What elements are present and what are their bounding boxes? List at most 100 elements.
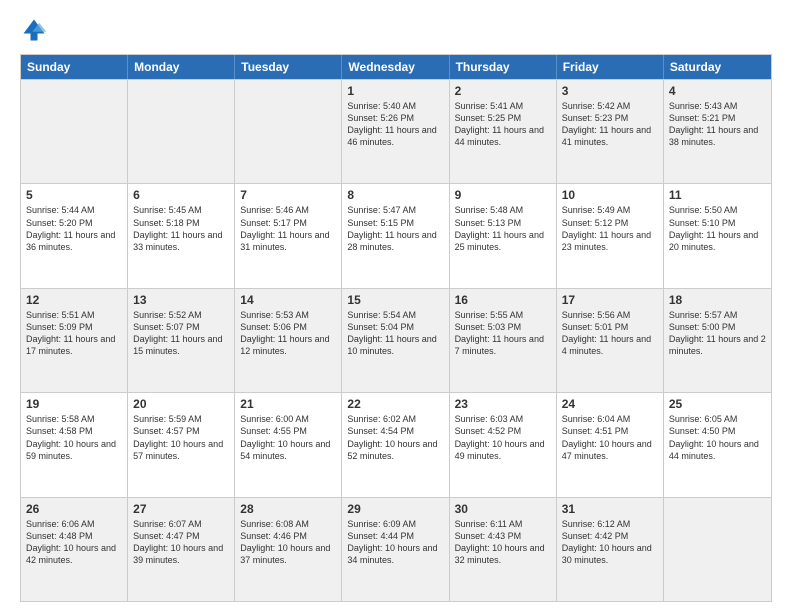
calendar-cell: 22Sunrise: 6:02 AM Sunset: 4:54 PM Dayli… [342,393,449,496]
calendar-cell: 29Sunrise: 6:09 AM Sunset: 4:44 PM Dayli… [342,498,449,601]
calendar-page: SundayMondayTuesdayWednesdayThursdayFrid… [0,0,792,612]
cell-info: Sunrise: 5:47 AM Sunset: 5:15 PM Dayligh… [347,204,443,253]
day-number: 30 [455,502,551,516]
calendar-cell: 9Sunrise: 5:48 AM Sunset: 5:13 PM Daylig… [450,184,557,287]
day-number: 31 [562,502,658,516]
calendar-cell: 15 Sunrise: 5:54 AM Sunset: 5:04 PM Dayli… [342,289,449,392]
day-number: 16 [455,293,551,307]
day-number: 15 [347,293,443,307]
calendar-cell: 4 Sunrise: 5:43 AM Sunset: 5:21 PM Daylig… [664,80,771,183]
day-number: 17 [562,293,658,307]
calendar-header: SundayMondayTuesdayWednesdayThursdayFrid… [21,55,771,79]
calendar-cell: 1 Sunrise: 5:40 AM Sunset: 5:26 PM Daylig… [342,80,449,183]
cell-info: Sunrise: 5:55 AM Sunset: 5:03 PM Dayligh… [455,309,551,358]
calendar-row-1: 1 Sunrise: 5:40 AM Sunset: 5:26 PM Daylig… [21,79,771,183]
cell-info: Sunrise: 5:44 AM Sunset: 5:20 PM Dayligh… [26,204,122,253]
calendar-cell: 16 Sunrise: 5:55 AM Sunset: 5:03 PM Dayli… [450,289,557,392]
day-number: 19 [26,397,122,411]
header-day-thursday: Thursday [450,55,557,79]
calendar-cell [235,80,342,183]
header-day-friday: Friday [557,55,664,79]
day-number: 27 [133,502,229,516]
day-number: 6 [133,188,229,202]
calendar-row-4: 19 Sunrise: 5:58 AM Sunset: 4:58 PM Dayli… [21,392,771,496]
cell-info: Sunrise: 5:45 AM Sunset: 5:18 PM Dayligh… [133,204,229,253]
day-number: 5 [26,188,122,202]
calendar-cell: 5 Sunrise: 5:44 AM Sunset: 5:20 PM Daylig… [21,184,128,287]
calendar-cell: 17 Sunrise: 5:56 AM Sunset: 5:01 PM Dayli… [557,289,664,392]
calendar-cell [21,80,128,183]
calendar-cell: 31 Sunrise: 6:12 AM Sunset: 4:42 PM Dayli… [557,498,664,601]
calendar-row-5: 26 Sunrise: 6:06 AM Sunset: 4:48 PM Dayli… [21,497,771,601]
day-number: 10 [562,188,658,202]
cell-info: Sunrise: 5:59 AM Sunset: 4:57 PM Dayligh… [133,413,229,462]
calendar-cell: 28 Sunrise: 6:08 AM Sunset: 4:46 PM Dayli… [235,498,342,601]
cell-info: Sunrise: 5:48 AM Sunset: 5:13 PM Dayligh… [455,204,551,253]
cell-info: Sunrise: 6:04 AM Sunset: 4:51 PM Dayligh… [562,413,658,462]
day-number: 3 [562,84,658,98]
calendar-cell: 10 Sunrise: 5:49 AM Sunset: 5:12 PM Dayli… [557,184,664,287]
cell-info: Sunrise: 5:50 AM Sunset: 5:10 PM Dayligh… [669,204,766,253]
calendar-cell: 7 Sunrise: 5:46 AM Sunset: 5:17 PM Daylig… [235,184,342,287]
day-number: 28 [240,502,336,516]
day-number: 29 [347,502,443,516]
calendar-cell: 23Sunrise: 6:03 AM Sunset: 4:52 PM Dayli… [450,393,557,496]
day-number: 12 [26,293,122,307]
day-number: 14 [240,293,336,307]
header-day-saturday: Saturday [664,55,771,79]
day-number: 7 [240,188,336,202]
calendar-cell: 27 Sunrise: 6:07 AM Sunset: 4:47 PM Dayli… [128,498,235,601]
calendar-cell: 3 Sunrise: 5:42 AM Sunset: 5:23 PM Daylig… [557,80,664,183]
day-number: 1 [347,84,443,98]
cell-info: Sunrise: 6:05 AM Sunset: 4:50 PM Dayligh… [669,413,766,462]
day-number: 26 [26,502,122,516]
calendar-cell: 24 Sunrise: 6:04 AM Sunset: 4:51 PM Dayli… [557,393,664,496]
calendar-cell: 12 Sunrise: 5:51 AM Sunset: 5:09 PM Dayli… [21,289,128,392]
calendar-cell: 2 Sunrise: 5:41 AM Sunset: 5:25 PM Daylig… [450,80,557,183]
cell-info: Sunrise: 6:11 AM Sunset: 4:43 PM Dayligh… [455,518,551,567]
cell-info: Sunrise: 5:51 AM Sunset: 5:09 PM Dayligh… [26,309,122,358]
header-day-tuesday: Tuesday [235,55,342,79]
cell-info: Sunrise: 5:56 AM Sunset: 5:01 PM Dayligh… [562,309,658,358]
header-day-sunday: Sunday [21,55,128,79]
day-number: 11 [669,188,766,202]
calendar-body: 1 Sunrise: 5:40 AM Sunset: 5:26 PM Daylig… [21,79,771,601]
cell-info: Sunrise: 6:08 AM Sunset: 4:46 PM Dayligh… [240,518,336,567]
day-number: 2 [455,84,551,98]
cell-info: Sunrise: 6:12 AM Sunset: 4:42 PM Dayligh… [562,518,658,567]
cell-info: Sunrise: 5:49 AM Sunset: 5:12 PM Dayligh… [562,204,658,253]
cell-info: Sunrise: 6:06 AM Sunset: 4:48 PM Dayligh… [26,518,122,567]
day-number: 13 [133,293,229,307]
calendar-cell: 11 Sunrise: 5:50 AM Sunset: 5:10 PM Dayli… [664,184,771,287]
cell-info: Sunrise: 5:43 AM Sunset: 5:21 PM Dayligh… [669,100,766,149]
logo-icon [20,16,48,44]
calendar-cell: 19 Sunrise: 5:58 AM Sunset: 4:58 PM Dayli… [21,393,128,496]
cell-info: Sunrise: 5:52 AM Sunset: 5:07 PM Dayligh… [133,309,229,358]
cell-info: Sunrise: 5:42 AM Sunset: 5:23 PM Dayligh… [562,100,658,149]
calendar-cell: 26 Sunrise: 6:06 AM Sunset: 4:48 PM Dayli… [21,498,128,601]
calendar: SundayMondayTuesdayWednesdayThursdayFrid… [20,54,772,602]
calendar-cell [664,498,771,601]
cell-info: Sunrise: 5:46 AM Sunset: 5:17 PM Dayligh… [240,204,336,253]
page-header [20,16,772,44]
day-number: 18 [669,293,766,307]
day-number: 24 [562,397,658,411]
cell-info: Sunrise: 5:41 AM Sunset: 5:25 PM Dayligh… [455,100,551,149]
calendar-row-3: 12 Sunrise: 5:51 AM Sunset: 5:09 PM Dayli… [21,288,771,392]
calendar-cell: 21Sunrise: 6:00 AM Sunset: 4:55 PM Dayli… [235,393,342,496]
cell-info: Sunrise: 5:57 AM Sunset: 5:00 PM Dayligh… [669,309,766,358]
cell-info: Sunrise: 5:40 AM Sunset: 5:26 PM Dayligh… [347,100,443,149]
calendar-cell: 25Sunrise: 6:05 AM Sunset: 4:50 PM Dayli… [664,393,771,496]
calendar-cell: 13 Sunrise: 5:52 AM Sunset: 5:07 PM Dayli… [128,289,235,392]
day-number: 21 [240,397,336,411]
day-number: 4 [669,84,766,98]
header-day-wednesday: Wednesday [342,55,449,79]
cell-info: Sunrise: 5:58 AM Sunset: 4:58 PM Dayligh… [26,413,122,462]
day-number: 23 [455,397,551,411]
calendar-cell: 6 Sunrise: 5:45 AM Sunset: 5:18 PM Daylig… [128,184,235,287]
calendar-row-2: 5 Sunrise: 5:44 AM Sunset: 5:20 PM Daylig… [21,183,771,287]
logo [20,16,50,44]
header-day-monday: Monday [128,55,235,79]
cell-info: Sunrise: 5:54 AM Sunset: 5:04 PM Dayligh… [347,309,443,358]
cell-info: Sunrise: 6:07 AM Sunset: 4:47 PM Dayligh… [133,518,229,567]
